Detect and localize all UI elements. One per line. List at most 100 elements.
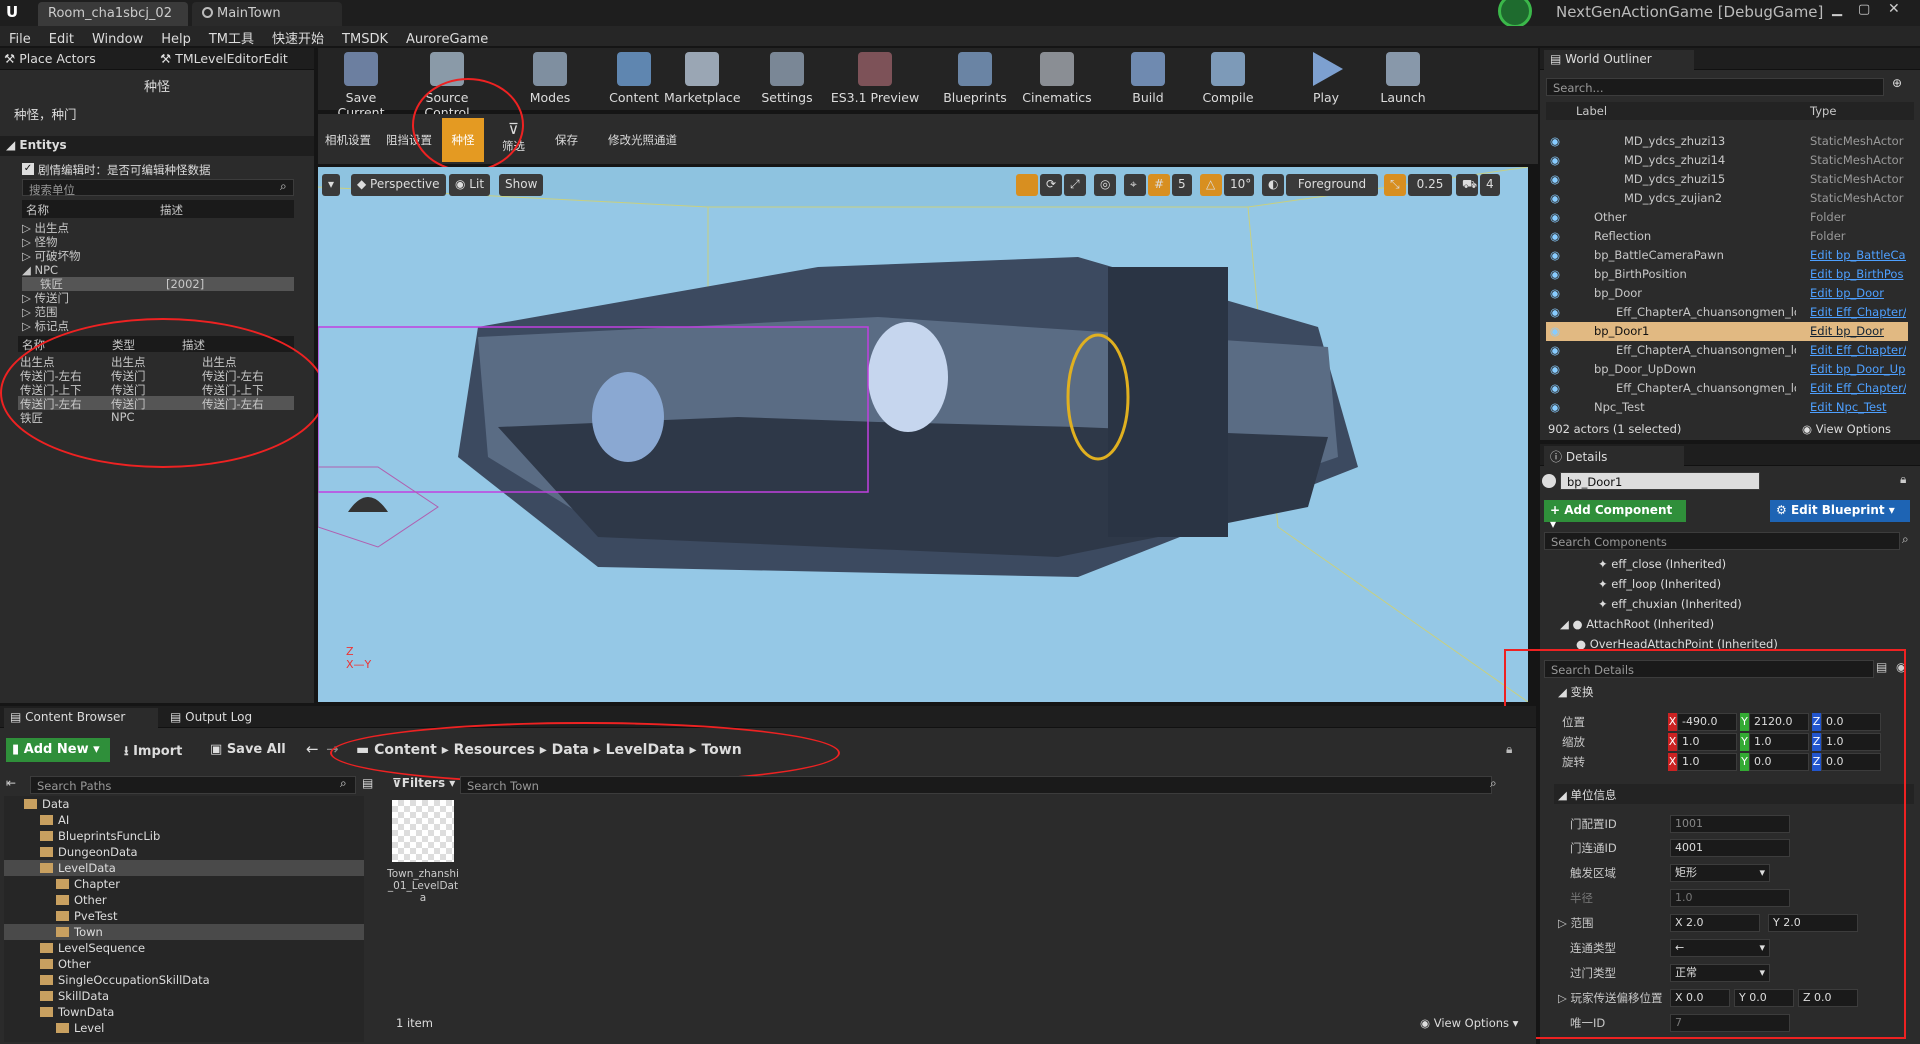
- folder-item[interactable]: AI: [4, 812, 364, 828]
- grid-snap-icon[interactable]: #: [1148, 174, 1170, 196]
- level-viewport[interactable]: [318, 167, 1528, 702]
- tree-item[interactable]: ▷ 范围: [22, 305, 294, 319]
- entitys-header[interactable]: ◢ Entitys: [0, 136, 314, 156]
- outliner-row-type[interactable]: Edit bp_BirthPos: [1810, 265, 1906, 284]
- menu-tm-tools[interactable]: TM工具: [200, 26, 263, 49]
- tree-item[interactable]: ▷ 可破坏物: [22, 249, 294, 263]
- tab-tm-level-editor[interactable]: ⚒ TMLevelEditorEdit: [160, 51, 310, 66]
- visibility-eye-icon[interactable]: ◉: [1550, 360, 1560, 379]
- visibility-eye-icon[interactable]: ◉: [1550, 265, 1560, 284]
- add-new-button[interactable]: ▮ Add New ▾: [6, 738, 110, 762]
- compile-button[interactable]: Compile: [1196, 52, 1260, 105]
- search-paths-input[interactable]: Search Paths: [30, 776, 356, 794]
- visibility-eye-icon[interactable]: ◉: [1550, 379, 1560, 398]
- scale-snap-icon[interactable]: ⤡: [1384, 174, 1406, 196]
- npc-row[interactable]: 铁匠 [2002]: [22, 277, 294, 291]
- folder-item[interactable]: Level: [4, 1020, 364, 1036]
- save-current-button[interactable]: Save Current: [322, 52, 400, 120]
- visibility-eye-icon[interactable]: ◉: [1550, 246, 1560, 265]
- menu-help[interactable]: Help: [152, 30, 200, 49]
- outliner-row[interactable]: ◉ bp_Door1 Edit bp_Door: [1546, 322, 1908, 341]
- menu-tmsdk[interactable]: TMSDK: [333, 30, 397, 49]
- outliner-row[interactable]: ◉ Npc_Test Edit Npc_Test: [1546, 398, 1908, 417]
- visibility-eye-icon[interactable]: ◉: [1550, 189, 1560, 208]
- outliner-row[interactable]: ◉ Other Folder: [1546, 208, 1908, 227]
- camera-speed-value[interactable]: 4: [1480, 174, 1500, 196]
- folder-item[interactable]: TownData: [4, 1004, 364, 1020]
- visibility-eye-icon[interactable]: ◉: [1550, 208, 1560, 227]
- close-button[interactable]: ✕: [1888, 1, 1900, 17]
- save-all-button[interactable]: ▣ Save All: [210, 742, 286, 757]
- collapse-sources-icon[interactable]: ⇤: [6, 776, 16, 790]
- folder-item[interactable]: Town: [4, 924, 364, 940]
- launch-button[interactable]: Launch: [1376, 52, 1430, 105]
- visibility-eye-icon[interactable]: ◉: [1550, 132, 1560, 151]
- outliner-row[interactable]: ◉ MD_ydcs_zhuzi13 StaticMeshActor: [1546, 132, 1908, 151]
- list-icon[interactable]: ▤: [362, 776, 373, 790]
- folder-item[interactable]: Chapter: [4, 876, 364, 892]
- lock-icon[interactable]: 🔒︎: [1900, 472, 1906, 487]
- back-icon[interactable]: ←: [306, 740, 319, 758]
- menu-auroregame[interactable]: AurorеGame: [397, 30, 497, 49]
- folder-item[interactable]: Data: [4, 796, 364, 812]
- outliner-row-type[interactable]: Edit Eff_Chapter/: [1810, 341, 1906, 360]
- world-local-icon[interactable]: ◎: [1094, 174, 1116, 196]
- camera-icon[interactable]: ◐: [1262, 174, 1284, 196]
- unit-search-input[interactable]: 搜索单位: [22, 179, 294, 197]
- visibility-eye-icon[interactable]: ◉: [1550, 284, 1560, 303]
- folder-item[interactable]: Other: [4, 956, 364, 972]
- grid-size-value[interactable]: 5: [1172, 174, 1192, 196]
- marketplace-button[interactable]: Marketplace: [664, 52, 741, 105]
- tab-output-log[interactable]: ▤ Output Log: [164, 708, 284, 728]
- tree-item[interactable]: ▷ 怪物: [22, 235, 294, 249]
- show-button[interactable]: Show: [499, 174, 544, 196]
- tree-item[interactable]: ▷ 传送门: [22, 291, 294, 305]
- content-button[interactable]: Content: [604, 52, 664, 105]
- visibility-eye-icon[interactable]: ◉: [1550, 398, 1560, 417]
- edit-blueprint-button[interactable]: ⚙ Edit Blueprint ▾: [1770, 500, 1910, 522]
- outliner-view-options[interactable]: ◉ View Options: [1802, 422, 1891, 436]
- blueprints-button[interactable]: Blueprints: [940, 52, 1010, 105]
- rotation-snap-icon[interactable]: △: [1200, 174, 1222, 196]
- outliner-row-type[interactable]: Edit bp_Door: [1810, 322, 1906, 341]
- outliner-row-type[interactable]: Edit bp_Door_Up: [1810, 360, 1906, 379]
- settings-button[interactable]: Settings: [756, 52, 818, 105]
- tab-room[interactable]: Room_cha1sbcj_02: [38, 2, 188, 26]
- search-components-input[interactable]: Search Components: [1544, 532, 1900, 550]
- play-button[interactable]: Play: [1304, 52, 1348, 105]
- foreground-button[interactable]: Foreground: [1286, 174, 1378, 196]
- outliner-row[interactable]: ◉ bp_BattleCameraPawn Edit bp_BattleCai: [1546, 246, 1908, 265]
- outliner-row-type[interactable]: Edit bp_BattleCai: [1810, 246, 1906, 265]
- outliner-row[interactable]: ◉ bp_Door Edit bp_Door: [1546, 284, 1908, 303]
- outliner-row[interactable]: ◉ Eff_ChapterA_chuansongmen_lo Edit Eff_Ch…: [1546, 303, 1908, 322]
- folder-item[interactable]: SingleOccupationSkillData: [4, 972, 364, 988]
- outliner-row[interactable]: ◉ Eff_ChapterA_chuansongmen_lo Edit Eff_Ch…: [1546, 379, 1908, 398]
- visibility-eye-icon[interactable]: ◉: [1550, 322, 1560, 341]
- menu-file[interactable]: File: [0, 30, 40, 49]
- camera-speed-icon[interactable]: ⛟: [1456, 174, 1478, 196]
- lit-button[interactable]: ◉ Lit: [449, 174, 491, 196]
- menu-window[interactable]: Window: [83, 30, 152, 49]
- outliner-row-type[interactable]: Edit bp_Door: [1810, 284, 1906, 303]
- search-icon[interactable]: ⌕: [280, 179, 287, 194]
- lock-icon[interactable]: 🔒︎: [1506, 742, 1512, 757]
- component-item[interactable]: ✦ eff_chuxian (Inherited): [1598, 594, 1778, 614]
- component-item[interactable]: ✦ eff_loop (Inherited): [1598, 574, 1778, 594]
- outliner-row[interactable]: ◉ Eff_ChapterA_chuansongmen_lo Edit Eff_Ch…: [1546, 341, 1908, 360]
- outliner-search-input[interactable]: Search...: [1546, 78, 1884, 96]
- tab-place-actors[interactable]: ⚒ Place Actors: [4, 51, 159, 66]
- search-town-input[interactable]: Search Town: [460, 776, 1492, 794]
- tab-details[interactable]: ⓘ Details: [1544, 446, 1684, 466]
- folder-item[interactable]: PveTest: [4, 908, 364, 924]
- component-item[interactable]: ◢ ● AttachRoot (Inherited): [1560, 614, 1778, 634]
- maximize-button[interactable]: ▢: [1858, 2, 1870, 17]
- visibility-eye-icon[interactable]: ◉: [1550, 341, 1560, 360]
- outliner-row-type[interactable]: Edit Npc_Test: [1810, 398, 1906, 417]
- build-button[interactable]: Build: [1122, 52, 1174, 105]
- add-actor-icon[interactable]: ⊕: [1892, 76, 1902, 90]
- camera-settings-button[interactable]: 相机设置: [325, 132, 371, 148]
- tree-item[interactable]: ▷ 出生点: [22, 221, 294, 235]
- rotate-tool-icon[interactable]: ⟳: [1040, 174, 1062, 196]
- actor-name-field[interactable]: bp_Door1: [1560, 472, 1760, 490]
- folder-item[interactable]: SkillData: [4, 988, 364, 1004]
